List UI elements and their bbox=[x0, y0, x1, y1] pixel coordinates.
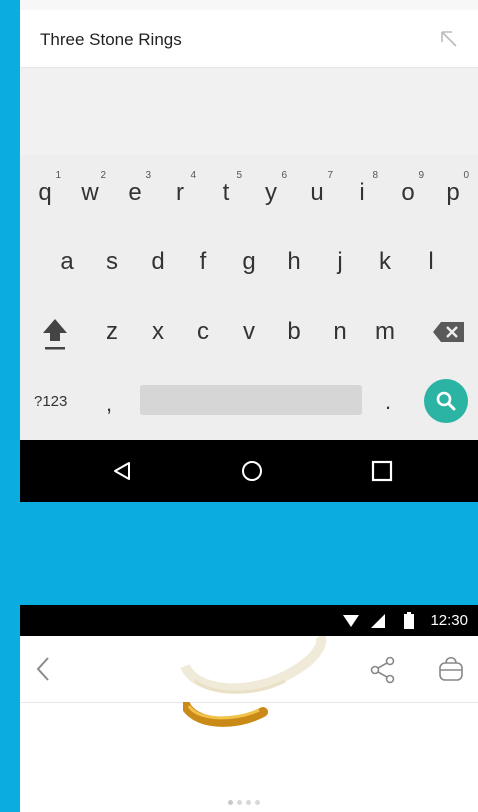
key-y[interactable]: y6 bbox=[251, 168, 291, 218]
key-c[interactable]: c bbox=[183, 307, 223, 357]
shopping-bag-icon[interactable] bbox=[438, 654, 464, 682]
key-x[interactable]: x bbox=[138, 307, 178, 357]
signal-icon bbox=[371, 614, 385, 628]
key-w[interactable]: w2 bbox=[70, 168, 110, 218]
keyboard-row-2: a s d f g h j k l bbox=[20, 237, 478, 287]
search-input[interactable]: Three Stone Rings bbox=[40, 30, 182, 50]
key-s[interactable]: s bbox=[92, 237, 132, 287]
keyboard-row-3: z x c v b n m bbox=[20, 307, 478, 357]
keyboard-row-4: ?123 , . bbox=[20, 377, 478, 427]
search-screen: Three Stone Rings q1 w2 e3 r4 t5 y6 u7 i… bbox=[20, 0, 478, 440]
comma-key[interactable]: , bbox=[106, 379, 112, 429]
battery-icon bbox=[404, 612, 414, 629]
product-screen: 12:30 bbox=[20, 605, 478, 812]
arrow-up-left-icon[interactable] bbox=[438, 28, 460, 50]
key-b[interactable]: b bbox=[274, 307, 314, 357]
key-o[interactable]: o9 bbox=[388, 168, 428, 218]
status-time: 12:30 bbox=[430, 612, 468, 629]
key-u[interactable]: u7 bbox=[297, 168, 337, 218]
product-ring-image bbox=[180, 636, 327, 694]
key-p[interactable]: p0 bbox=[433, 168, 473, 218]
product-ring-band-image bbox=[183, 702, 268, 727]
search-bar[interactable]: Three Stone Rings bbox=[20, 0, 478, 68]
back-chevron-icon[interactable] bbox=[36, 656, 50, 682]
key-j[interactable]: j bbox=[320, 237, 360, 287]
key-h[interactable]: h bbox=[274, 237, 314, 287]
key-e[interactable]: e3 bbox=[115, 168, 155, 218]
recents-square-icon[interactable] bbox=[370, 459, 394, 483]
space-bar[interactable] bbox=[140, 385, 362, 415]
search-icon bbox=[436, 391, 456, 411]
shift-icon[interactable] bbox=[40, 316, 70, 352]
backspace-icon[interactable] bbox=[432, 321, 466, 343]
period-key[interactable]: . bbox=[385, 377, 391, 427]
key-v[interactable]: v bbox=[229, 307, 269, 357]
carousel-dot[interactable] bbox=[255, 800, 260, 805]
wifi-icon bbox=[343, 615, 359, 627]
app-header bbox=[20, 636, 478, 703]
key-r[interactable]: r4 bbox=[160, 168, 200, 218]
key-t[interactable]: t5 bbox=[206, 168, 246, 218]
status-bar: 12:30 bbox=[20, 605, 478, 636]
back-triangle-icon[interactable] bbox=[110, 459, 134, 483]
carousel-dot[interactable] bbox=[237, 800, 242, 805]
key-n[interactable]: n bbox=[320, 307, 360, 357]
key-f[interactable]: f bbox=[183, 237, 223, 287]
symbols-key[interactable]: ?123 bbox=[34, 377, 67, 427]
key-a[interactable]: a bbox=[47, 237, 87, 287]
key-g[interactable]: g bbox=[229, 237, 269, 287]
key-q[interactable]: q1 bbox=[25, 168, 65, 218]
carousel-dot-active[interactable] bbox=[228, 800, 233, 805]
key-k[interactable]: k bbox=[365, 237, 405, 287]
key-l[interactable]: l bbox=[411, 237, 451, 287]
key-i[interactable]: i8 bbox=[342, 168, 382, 218]
key-d[interactable]: d bbox=[138, 237, 178, 287]
key-z[interactable]: z bbox=[92, 307, 132, 357]
share-icon[interactable] bbox=[370, 656, 396, 684]
carousel-dot[interactable] bbox=[246, 800, 251, 805]
key-m[interactable]: m bbox=[365, 307, 405, 357]
system-nav-bar bbox=[20, 440, 478, 502]
keyboard: q1 w2 e3 r4 t5 y6 u7 i8 o9 p0 a s d f g … bbox=[20, 155, 478, 440]
home-circle-icon[interactable] bbox=[240, 459, 264, 483]
keyboard-row-1: q1 w2 e3 r4 t5 y6 u7 i8 o9 p0 bbox=[20, 168, 478, 218]
search-action-button[interactable] bbox=[424, 379, 468, 423]
